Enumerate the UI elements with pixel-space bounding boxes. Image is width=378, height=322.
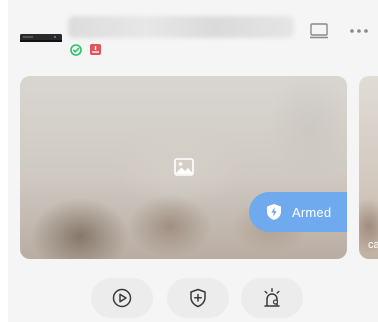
nvr-device-icon — [20, 34, 62, 42]
armed-status-button[interactable]: Armed — [249, 192, 347, 232]
alarm-button[interactable] — [241, 278, 303, 318]
camera-preview[interactable]: Armed — [20, 76, 347, 259]
alert-badge-icon — [90, 44, 101, 55]
device-card: Armed ca — [8, 0, 378, 322]
device-name-redacted — [68, 16, 294, 38]
armed-label: Armed — [292, 204, 332, 220]
shield-plus-icon — [190, 288, 206, 308]
arm-button[interactable] — [167, 278, 229, 318]
screen-icon[interactable] — [309, 22, 329, 40]
more-icon[interactable] — [348, 22, 370, 40]
alarm-light-icon — [264, 288, 280, 307]
playback-button[interactable] — [91, 278, 153, 318]
play-circle-icon — [112, 288, 132, 308]
next-camera-caption: ca — [368, 239, 378, 251]
next-camera-preview[interactable]: ca — [359, 76, 378, 259]
check-circle-icon — [70, 44, 82, 56]
image-icon — [174, 158, 194, 176]
lightning-shield-icon — [267, 204, 281, 220]
